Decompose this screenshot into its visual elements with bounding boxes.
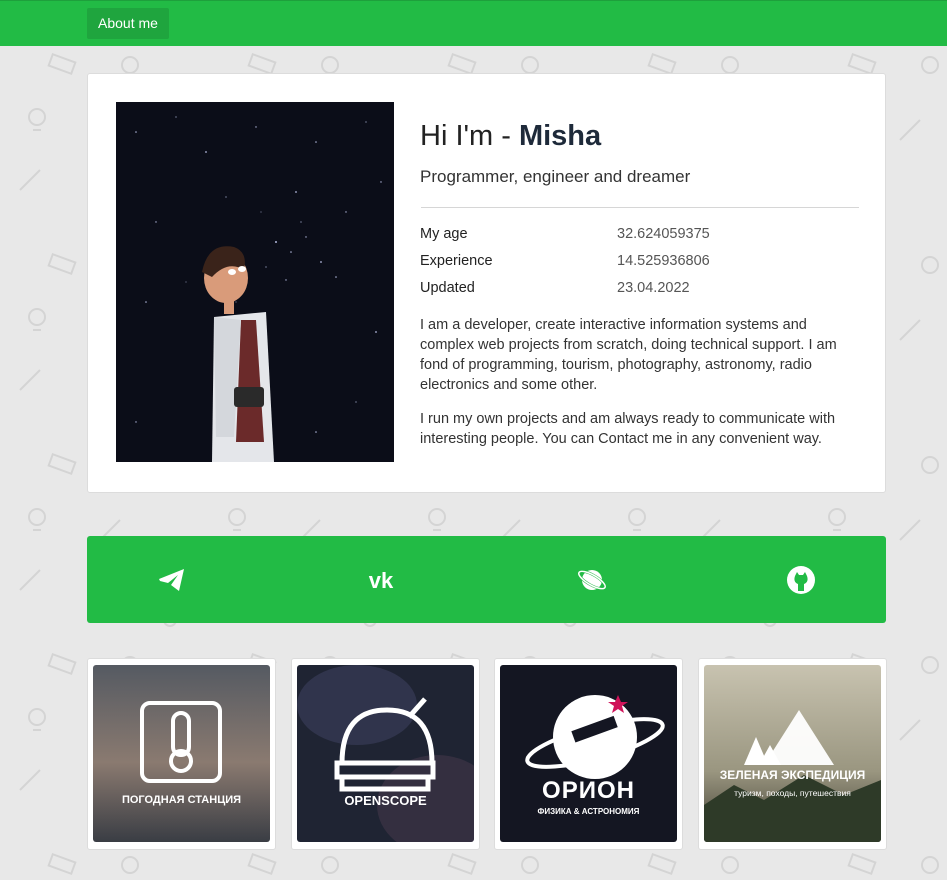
fact-value: 14.525936806 — [617, 253, 710, 269]
fact-experience: Experience 14.525936806 — [420, 248, 860, 275]
project-caption: ПОГОДНАЯ СТАНЦИЯ — [121, 794, 242, 806]
fact-value: 23.04.2022 — [617, 280, 690, 296]
about-me-nav-button[interactable]: About me — [87, 8, 169, 39]
profile-heading: Hi I'm - Misha — [420, 118, 860, 154]
greeting-text: Hi I'm - — [420, 120, 519, 152]
project-image: ПОГОДНАЯ СТАНЦИЯ — [93, 665, 270, 842]
fact-value: 32.624059375 — [617, 226, 710, 242]
project-caption: OPENSCOPE — [344, 793, 427, 808]
avatar-illustration — [116, 102, 394, 462]
vk-icon[interactable]: vk — [365, 564, 397, 596]
project-image: ЗЕЛЕНАЯ ЭКСПЕДИЦИЯ туризм, походы, путеш… — [704, 665, 881, 842]
project-subcaption: туризм, походы, путешествия — [734, 788, 851, 798]
project-card-openscope[interactable]: OPENSCOPE — [291, 658, 480, 850]
project-subcaption: ФИЗИКА & АСТРОНОМИЯ — [537, 807, 640, 816]
project-image: ОРИОН ФИЗИКА & АСТРОНОМИЯ — [500, 665, 677, 842]
profile-name: Misha — [518, 120, 602, 152]
project-caption: ОРИОН — [542, 777, 635, 804]
bio-paragraph: I am a developer, create interactive inf… — [420, 317, 837, 393]
profile-card: Hi I'm - Misha Programmer, engineer and … — [87, 73, 886, 493]
project-caption: ЗЕЛЕНАЯ ЭКСПЕДИЦИЯ — [719, 768, 866, 782]
fact-label: My age — [420, 226, 468, 242]
facts-list: My age 32.624059375 Experience 14.525936… — [420, 221, 860, 302]
fact-age: My age 32.624059375 — [420, 221, 860, 248]
top-navbar: About me — [0, 0, 947, 46]
project-card-orion[interactable]: ОРИОН ФИЗИКА & АСТРОНОМИЯ — [494, 658, 683, 850]
profile-intro: Hi I'm - Misha Programmer, engineer and … — [420, 118, 860, 463]
divider — [421, 207, 859, 208]
github-icon[interactable] — [785, 564, 817, 596]
fact-updated: Updated 23.04.2022 — [420, 275, 860, 302]
profile-tagline: Programmer, engineer and dreamer — [420, 167, 691, 186]
planet-icon[interactable] — [576, 564, 608, 596]
project-card-green-expedition[interactable]: ЗЕЛЕНАЯ ЭКСПЕДИЦИЯ туризм, походы, путеш… — [698, 658, 887, 850]
project-card-weather-station[interactable]: ПОГОДНАЯ СТАНЦИЯ — [87, 658, 276, 850]
profile-bio: I am a developer, create interactive inf… — [420, 315, 860, 449]
social-links-bar: vk — [87, 536, 886, 623]
telegram-icon[interactable] — [156, 564, 188, 596]
fact-label: Experience — [420, 253, 493, 269]
project-image: OPENSCOPE — [297, 665, 474, 842]
bio-paragraph: I run my own projects and am always read… — [420, 411, 836, 447]
projects-grid: ПОГОДНАЯ СТАНЦИЯ OPENSCOPE ОРИОН ФИЗИКА … — [87, 658, 887, 850]
fact-label: Updated — [420, 280, 475, 296]
svg-text:vk: vk — [369, 568, 394, 593]
